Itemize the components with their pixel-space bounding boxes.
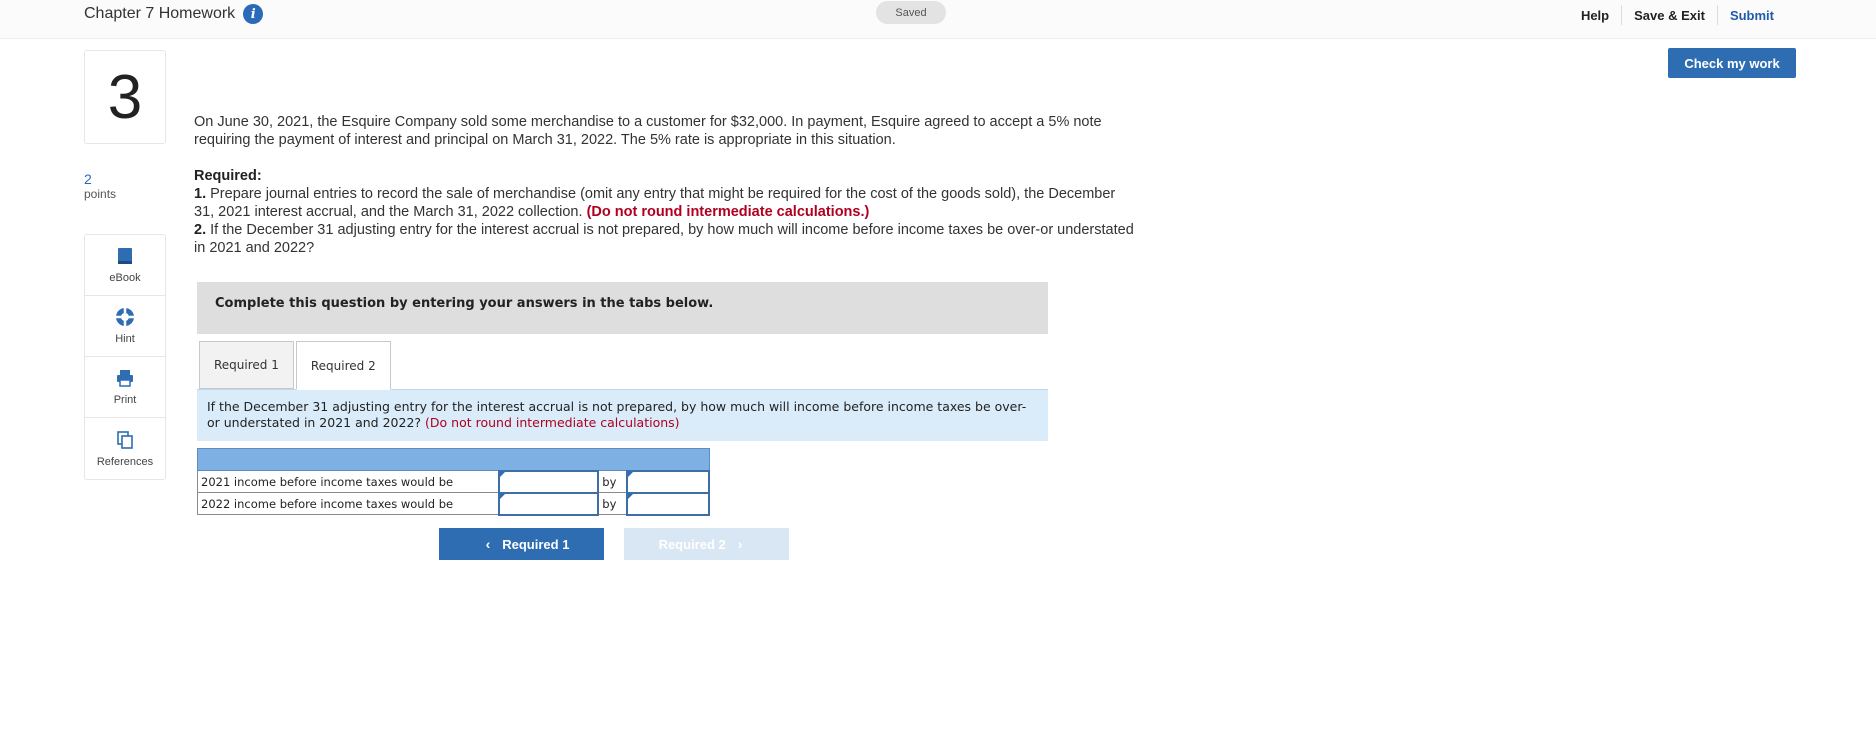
instruction-hint: (Do not round intermediate calculations) [425, 415, 680, 430]
previous-tab-button[interactable]: ‹ Required 1 [439, 528, 604, 560]
answer-input[interactable] [497, 469, 600, 494]
hint-label: Hint [115, 333, 135, 345]
by-label: by [597, 470, 628, 493]
copy-icon [117, 430, 133, 449]
next-tab-button[interactable]: Required 2 › [624, 528, 789, 560]
chevron-left-icon: ‹ [485, 536, 491, 552]
answer-input[interactable] [626, 491, 710, 516]
points-value: 2 [84, 171, 92, 187]
points-label: points [84, 187, 117, 201]
tab-bar: Required 1 Required 2 [199, 341, 391, 390]
help-link[interactable]: Help [1569, 8, 1621, 23]
tools-panel: eBook Hint Print References [84, 234, 166, 480]
question-intro: On June 30, 2021, the Esquire Company so… [194, 114, 1102, 148]
tab-instruction: If the December 31 adjusting entry for t… [197, 389, 1048, 441]
question-number: 3 [84, 50, 166, 144]
submit-link[interactable]: Submit [1718, 8, 1786, 23]
check-my-work-button[interactable]: Check my work [1668, 48, 1796, 78]
answer-input[interactable] [497, 491, 600, 516]
saved-status-badge: Saved [876, 1, 946, 24]
book-icon [118, 248, 132, 264]
required-heading: Required: [194, 168, 262, 184]
table-row: 2021 income before income taxes would be… [196, 469, 710, 494]
next-tab-label: Required 2 [658, 536, 726, 552]
by-label: by [597, 492, 628, 515]
answer-input[interactable] [626, 469, 710, 494]
ebook-button[interactable]: eBook [85, 235, 165, 296]
req2-number: 2. [194, 222, 207, 238]
tab-required-2[interactable]: Required 2 [295, 341, 391, 390]
top-bar: Chapter 7 Homework i Saved Help Save & E… [0, 0, 1876, 39]
row-label: 2022 income before income taxes would be [196, 492, 500, 515]
table-header-row [197, 448, 710, 471]
question-text: On June 30, 2021, the Esquire Company so… [194, 113, 1134, 257]
complete-instruction-box: Complete this question by entering your … [197, 282, 1048, 334]
row-label: 2021 income before income taxes would be [196, 470, 500, 493]
save-exit-link[interactable]: Save & Exit [1622, 8, 1717, 23]
print-button[interactable]: Print [85, 357, 165, 418]
references-button[interactable]: References [85, 418, 165, 479]
references-label: References [96, 455, 154, 468]
assignment-title: Chapter 7 Homework i [84, 4, 264, 24]
required-section: Required: 1. Prepare journal entries to … [194, 167, 1134, 257]
printer-icon [117, 370, 133, 387]
assignment-title-text: Chapter 7 Homework [84, 5, 236, 22]
top-links: Help Save & Exit Submit [1569, 5, 1786, 25]
tab-required-1[interactable]: Required 1 [199, 341, 294, 389]
chevron-right-icon: › [737, 536, 743, 552]
req2-text: If the December 31 adjusting entry for t… [194, 222, 1134, 256]
table-header-cell [197, 448, 710, 471]
info-icon[interactable]: i [243, 4, 264, 24]
req1-warning: (Do not round intermediate calculations.… [586, 204, 870, 220]
points-display: 2 points [84, 171, 116, 201]
req1-number: 1. [194, 186, 207, 202]
ebook-label: eBook [109, 272, 141, 284]
print-label: Print [113, 394, 137, 406]
lifebuoy-icon [116, 308, 134, 326]
answer-table: 2021 income before income taxes would be… [196, 448, 710, 516]
table-row: 2022 income before income taxes would be… [196, 491, 710, 516]
hint-button[interactable]: Hint [85, 296, 165, 357]
previous-tab-label: Required 1 [502, 536, 570, 552]
